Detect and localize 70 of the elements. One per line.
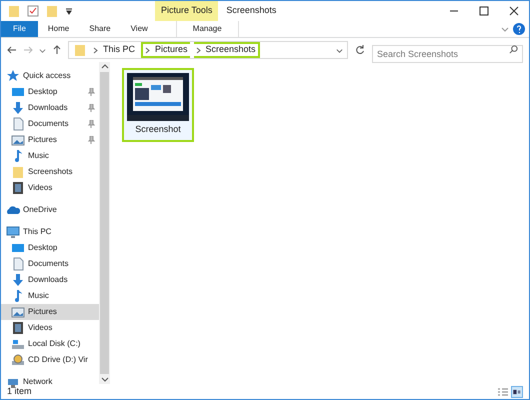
pin-icon[interactable] [87, 136, 95, 144]
disk-drive-icon [11, 337, 25, 351]
nav-item[interactable]: Downloads [1, 100, 99, 116]
address-bar[interactable]: This PC Pictures Screenshots [68, 41, 348, 59]
folder-icon [73, 43, 87, 57]
up-arrow-icon[interactable] [52, 45, 62, 55]
desktop-icon [11, 85, 25, 99]
scrollbar[interactable] [99, 62, 110, 384]
download-arrow-icon [11, 101, 25, 115]
breadcrumb[interactable]: Screenshots [194, 42, 260, 58]
pin-icon[interactable] [87, 120, 95, 128]
chevron-right-icon [196, 46, 201, 54]
nav-item[interactable]: Desktop [1, 84, 99, 100]
nav-item[interactable]: Desktop [1, 240, 99, 256]
ribbon-tab[interactable]: Share [79, 21, 121, 37]
chevron-right-icon [145, 46, 150, 54]
nav-item[interactable]: Pictures [1, 132, 99, 148]
dropdown-icon[interactable] [65, 7, 73, 15]
document-icon [11, 117, 25, 131]
refresh-icon[interactable] [354, 44, 366, 56]
nav-item[interactable]: Videos [1, 180, 99, 196]
pin-icon[interactable] [87, 88, 95, 96]
nav-item[interactable]: Pictures [1, 304, 99, 320]
breadcrumb[interactable]: Pictures [141, 42, 190, 58]
pin-icon[interactable] [87, 104, 95, 112]
download-arrow-icon [11, 273, 25, 287]
search-icon [509, 45, 518, 54]
folder-icon [7, 4, 21, 18]
cd-drive-icon [11, 353, 25, 367]
nav-item[interactable]: OneDrive [1, 202, 99, 218]
nav-item[interactable]: Music [1, 148, 99, 164]
folder-icon [45, 4, 59, 18]
film-icon [11, 181, 25, 195]
breadcrumb[interactable]: This PC [91, 42, 138, 58]
film-icon [11, 321, 25, 335]
monitor-icon [6, 225, 20, 239]
chevron-down-icon[interactable] [501, 25, 509, 33]
chevron-right-icon [93, 46, 98, 54]
search-field[interactable]: Search Screenshots [372, 45, 523, 63]
nav-item[interactable]: CD Drive (D:) Vir [1, 352, 99, 368]
folder-icon [11, 165, 25, 179]
nav-item[interactable]: Music [1, 288, 99, 304]
nav-item[interactable]: Documents [1, 116, 99, 132]
ribbon-tab[interactable]: File [1, 21, 38, 37]
window-title: Screenshots [225, 4, 278, 18]
nav-item[interactable]: Local Disk (C:) [1, 336, 99, 352]
back-arrow-icon[interactable] [7, 45, 17, 55]
nav-item[interactable]: Documents [1, 256, 99, 272]
desktop-icon [11, 241, 25, 255]
context-tab-title: Picture Tools [155, 1, 218, 21]
nav-item[interactable]: Videos [1, 320, 99, 336]
help-icon[interactable] [513, 23, 525, 35]
chevron-down-icon[interactable] [336, 46, 343, 54]
picture-icon [11, 305, 25, 319]
document-icon [11, 257, 25, 271]
chevron-down-icon[interactable] [39, 46, 46, 54]
nav-item[interactable]: Quick access [1, 68, 99, 84]
tiles-view-icon[interactable] [511, 386, 523, 398]
picture-icon [11, 133, 25, 147]
file-tile[interactable]: Screenshot [122, 68, 194, 142]
nav-item[interactable]: Downloads [1, 272, 99, 288]
ribbon-tab[interactable]: View [120, 21, 158, 37]
ribbon-tab[interactable]: Manage [176, 21, 239, 37]
nav-item[interactable]: This PC [1, 224, 99, 240]
ribbon-tab[interactable]: Home [38, 21, 80, 37]
file-name: Screenshot [135, 123, 181, 136]
properties-icon[interactable] [27, 5, 39, 17]
item-count: 1 item [7, 384, 32, 398]
star-icon [6, 69, 20, 83]
nav-item[interactable]: Screenshots [1, 164, 99, 180]
